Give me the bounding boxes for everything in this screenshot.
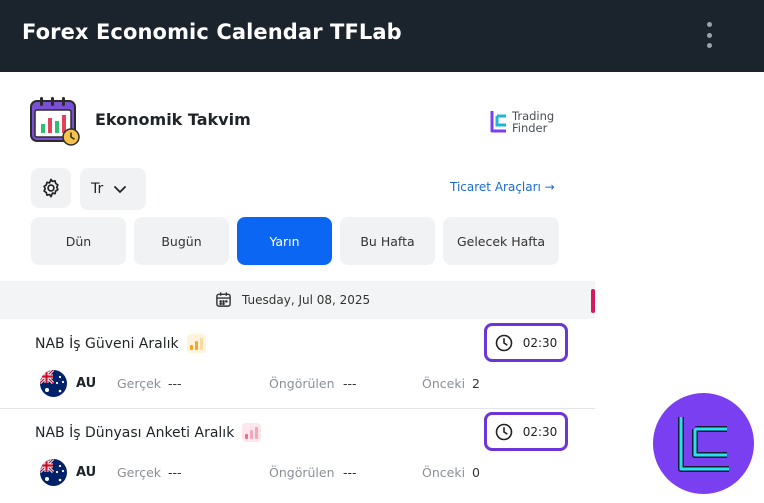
title-bar: Forex Economic Calendar TFLab: [0, 0, 764, 72]
event-row[interactable]: NAB İş Güveni Aralık 02:30 AU Gerçek ---…: [0, 320, 595, 408]
country-code: AU: [76, 465, 97, 480]
australia-flag-icon: [40, 370, 67, 397]
trading-tools-link[interactable]: Ticaret Araçları →: [450, 180, 555, 194]
settings-button[interactable]: [31, 168, 71, 208]
tab-next-week[interactable]: Gelecek Hafta: [443, 217, 559, 265]
chevron-down-icon: [114, 186, 127, 194]
clock-icon: [495, 334, 513, 351]
date-label: Tuesday, Jul 08, 2025: [242, 292, 371, 307]
previous-value: 2: [472, 376, 480, 391]
forecast-value: ---: [343, 376, 357, 391]
australia-flag-icon: [40, 459, 67, 486]
actual-label: Gerçek: [117, 376, 162, 391]
kebab-menu-icon[interactable]: [700, 22, 718, 48]
time-value: 02:30: [522, 424, 558, 439]
window-title: Forex Economic Calendar TFLab: [22, 20, 402, 44]
event-time: 02:30: [484, 323, 568, 362]
app-name: Ekonomik Takvim: [95, 110, 251, 129]
previous-label: Önceki: [422, 376, 466, 391]
language-select[interactable]: Tr: [80, 168, 146, 210]
event-title: NAB İş Güveni Aralık: [35, 335, 179, 352]
impact-medium-icon: [186, 334, 206, 353]
clock-icon: [495, 423, 513, 440]
tflab-brand-logo: [653, 393, 754, 494]
event-title: NAB İş Dünyası Anketi Aralık: [35, 424, 235, 441]
time-value: 02:30: [522, 335, 558, 350]
calendar-icon: [216, 292, 231, 307]
scroll-indicator: [591, 289, 595, 313]
forecast-label: Öngörülen: [269, 376, 335, 391]
previous-label: Önceki: [422, 465, 466, 480]
tab-today[interactable]: Bugün: [134, 217, 229, 265]
trading-finder-mark-icon: [490, 111, 506, 133]
trading-finder-logo[interactable]: Trading Finder: [489, 108, 569, 136]
previous-value: 0: [472, 465, 480, 480]
actual-value: ---: [168, 465, 182, 480]
impact-low-icon: [242, 423, 262, 442]
event-time: 02:30: [484, 412, 568, 451]
brand-line2: Finder: [512, 121, 548, 135]
tflab-logo-icon: [677, 416, 729, 472]
date-header: Tuesday, Jul 08, 2025: [0, 281, 595, 319]
language-value: Tr: [91, 181, 104, 197]
forecast-value: ---: [343, 465, 357, 480]
forecast-label: Öngörülen: [269, 465, 335, 480]
tab-this-week[interactable]: Bu Hafta: [340, 217, 435, 265]
actual-label: Gerçek: [117, 465, 162, 480]
country-code: AU: [76, 376, 97, 391]
tab-yesterday[interactable]: Dün: [31, 217, 126, 265]
gear-icon: [43, 178, 59, 198]
calendar-app-logo-icon: [30, 96, 80, 146]
tab-tomorrow[interactable]: Yarın: [237, 217, 332, 265]
event-row[interactable]: NAB İş Dünyası Anketi Aralık 02:30 AU Ge…: [0, 409, 595, 497]
actual-value: ---: [168, 376, 182, 391]
